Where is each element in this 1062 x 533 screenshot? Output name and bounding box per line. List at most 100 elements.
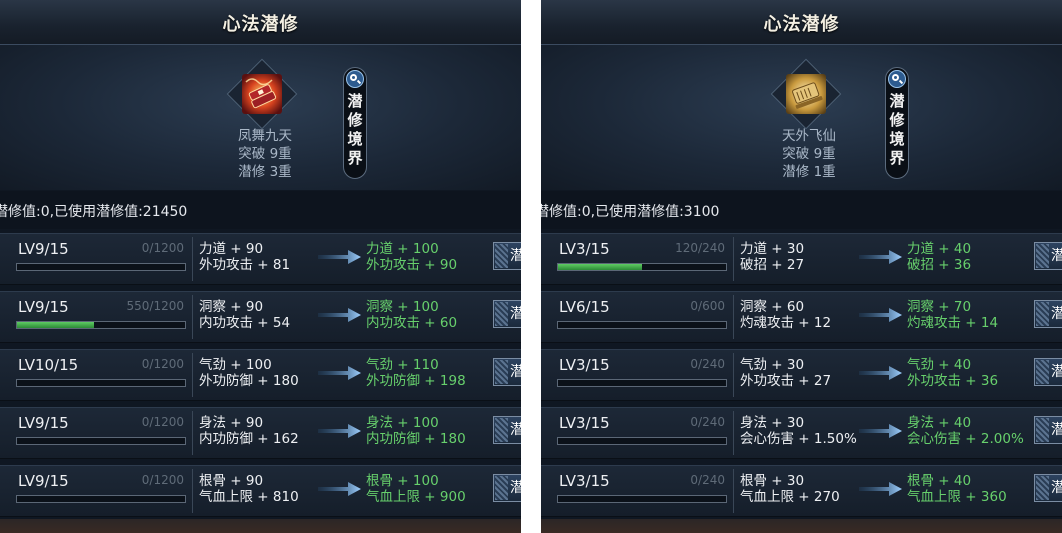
current-stats: 气劲 + 30 外功攻击 + 27 [740,357,831,389]
cultivate-button[interactable]: 潜 [493,474,521,502]
cultivate-button[interactable]: 潜 [1034,358,1062,386]
cultivate-button[interactable]: 潜 [493,242,521,270]
upgrade-arrow-icon [859,482,902,496]
title-bar: 心法潜修 [0,0,521,45]
cultivate-button-label: 潜 [1051,248,1062,264]
cultivate-button[interactable]: 潜 [493,416,521,444]
exp-progress-bar [557,263,727,271]
row-divider [733,295,734,339]
next-level-stats: 力道 + 100 外功攻击 + 90 [366,241,457,273]
next-stat-secondary: 会心伤害 + 2.00% [907,431,1024,447]
golden-scroll-icon [786,74,826,114]
attribute-row: LV3/15 120/240 力道 + 30 破招 + 27 力道 + 40 破… [541,233,1062,285]
attribute-level: LV3/15 [559,356,610,374]
next-level-stats: 气劲 + 40 外功攻击 + 36 [907,357,998,389]
exp-progress-bar [557,437,727,445]
current-stats: 力道 + 90 外功攻击 + 81 [199,241,290,273]
current-stats: 洞察 + 60 灼魂攻击 + 12 [740,299,831,331]
row-divider [733,469,734,513]
current-stat-secondary: 内功防御 + 162 [199,431,299,447]
search-icon [346,70,364,88]
cultivate-button[interactable]: 潜 [493,358,521,386]
tag-char-4: 界 [347,149,363,167]
attribute-exp: 0/240 [690,415,725,429]
skill-icon-slot[interactable] [770,58,842,130]
current-stat-primary: 根骨 + 30 [740,473,805,489]
button-pattern [495,360,508,384]
attribute-row: LV9/15 0/1200 身法 + 90 内功防御 + 162 身法 + 10… [0,407,521,459]
next-level-stats: 洞察 + 70 灼魂攻击 + 14 [907,299,998,331]
cultivate-button[interactable]: 潜 [1034,300,1062,328]
upgrade-arrow-icon [318,366,361,380]
attribute-exp: 120/240 [675,241,725,255]
exp-progress-fill [17,322,94,328]
button-pattern [495,476,508,500]
next-level-stats: 身法 + 40 会心伤害 + 2.00% [907,415,1024,447]
current-stats: 气劲 + 100 外功防御 + 180 [199,357,299,389]
button-pattern [1036,360,1049,384]
cultivate-button[interactable]: 潜 [493,300,521,328]
current-stats: 洞察 + 90 内功攻击 + 54 [199,299,290,331]
next-level-stats: 力道 + 40 破招 + 36 [907,241,971,273]
button-pattern [1036,418,1049,442]
tag-char-4: 界 [889,149,905,167]
current-stat-secondary: 灼魂攻击 + 12 [740,315,832,331]
cultivation-realm-label: 潜 修 境 界 [344,92,366,168]
next-stat-secondary: 内功攻击 + 60 [366,315,458,331]
button-pattern [495,302,508,326]
skill-breakthrough: 突破 9重 [782,146,836,162]
attribute-level: LV3/15 [559,472,610,490]
tag-char-3: 境 [347,130,363,148]
next-stat-secondary: 破招 + 36 [907,257,972,273]
current-stat-secondary: 气血上限 + 270 [740,489,840,505]
row-divider [192,411,193,455]
skill-info: 凤舞九天 突破 9重 潜修 3重 [200,127,330,181]
next-stat-primary: 洞察 + 100 [366,299,439,315]
next-stat-secondary: 灼魂攻击 + 14 [907,315,999,331]
upgrade-arrow-icon [318,482,361,496]
attribute-level: LV9/15 [18,414,69,432]
cultivation-realm-tab[interactable]: 潜 修 境 界 [343,67,367,179]
current-stats: 身法 + 90 内功防御 + 162 [199,415,299,447]
cultivate-button[interactable]: 潜 [1034,242,1062,270]
cultivation-realm-tab[interactable]: 潜 修 境 界 [885,67,909,179]
panel-title: 心法潜修 [763,14,840,35]
current-stat-primary: 气劲 + 30 [740,357,805,373]
next-stat-secondary: 外功攻击 + 36 [907,373,999,389]
skill-breakthrough: 突破 9重 [238,146,292,162]
attribute-level: LV9/15 [18,240,69,258]
next-level-stats: 身法 + 100 内功防御 + 180 [366,415,466,447]
attribute-row: LV3/15 0/240 身法 + 30 会心伤害 + 1.50% 身法 + 4… [541,407,1062,459]
next-stat-secondary: 气血上限 + 360 [907,489,1007,505]
skill-name: 凤舞九天 [238,128,292,144]
exp-progress-bar [16,321,186,329]
tag-char-2: 修 [889,111,905,129]
cultivate-button[interactable]: 潜 [1034,416,1062,444]
tag-char-1: 潜 [347,92,363,110]
row-divider [192,295,193,339]
exp-progress-bar [16,379,186,387]
current-stat-primary: 身法 + 90 [199,415,264,431]
cultivate-button[interactable]: 潜 [1034,474,1062,502]
skill-icon-slot[interactable] [226,58,298,130]
attribute-exp: 550/1200 [126,299,185,313]
current-stat-primary: 力道 + 90 [199,241,264,257]
attribute-row: LV3/15 0/240 根骨 + 30 气血上限 + 270 根骨 + 40 … [541,465,1062,517]
current-stat-secondary: 内功攻击 + 54 [199,315,291,331]
current-stat-secondary: 外功攻击 + 81 [199,257,291,273]
cultivate-button-label: 潜 [510,480,521,496]
current-stat-primary: 根骨 + 90 [199,473,264,489]
cultivation-points-text: 潜修值:0,已使用潜修值:3100 [541,204,720,220]
next-stat-primary: 根骨 + 40 [907,473,972,489]
attribute-level: LV3/15 [559,414,610,432]
exp-progress-bar [557,321,727,329]
cultivation-summary: 潜修值:0,已使用潜修值:21450 [0,191,521,229]
current-stats: 根骨 + 30 气血上限 + 270 [740,473,840,505]
current-stat-primary: 力道 + 30 [740,241,805,257]
row-divider [733,237,734,281]
upgrade-arrow-icon [318,250,361,264]
bottom-edge [541,519,1062,533]
bottom-edge [0,519,521,533]
tag-char-2: 修 [347,111,363,129]
button-pattern [1036,302,1049,326]
